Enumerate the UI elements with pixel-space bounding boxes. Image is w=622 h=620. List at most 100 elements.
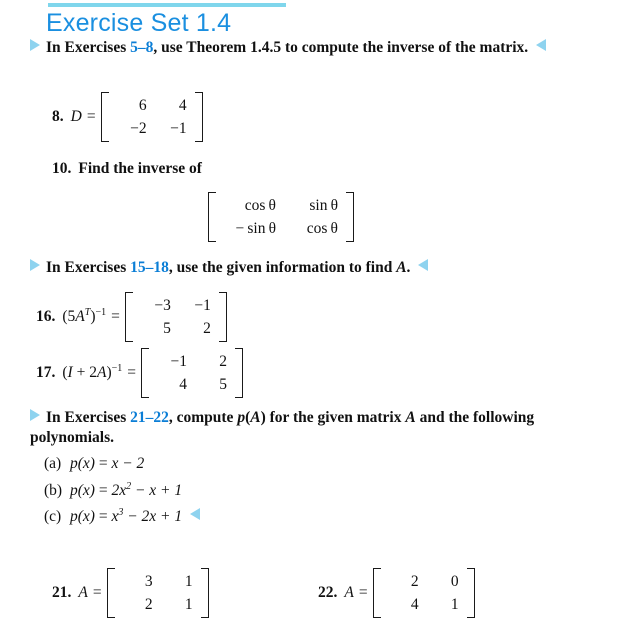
polynomial-a-fn: p bbox=[70, 455, 78, 472]
bullet-triangle-right-icon bbox=[30, 409, 40, 421]
matrix-row: cos θ sin θ bbox=[219, 194, 343, 217]
problem-17-number: 17. bbox=[36, 364, 56, 381]
matrix-cell: −1 bbox=[170, 120, 187, 137]
polynomial-c-equals: = bbox=[94, 508, 112, 526]
matrix-cell: 2 bbox=[219, 353, 227, 370]
matrix-cell: − sin θ bbox=[235, 220, 276, 237]
polynomial-b-arg: (x) bbox=[77, 482, 95, 500]
bracket-right-icon bbox=[218, 292, 227, 342]
header-rule bbox=[48, 3, 286, 7]
problem-10: 10. Find the inverse of bbox=[52, 160, 202, 178]
page-title: Exercise Set 1.4 bbox=[46, 9, 232, 37]
instruction-lead: In Exercises bbox=[46, 409, 131, 426]
instruction-lead: In Exercises bbox=[46, 39, 131, 56]
bracket-right-icon bbox=[346, 192, 354, 242]
matrix-cell: 2 bbox=[410, 573, 419, 590]
matrix-cell: cos θ bbox=[306, 220, 338, 237]
instruction-italic-a1: A bbox=[250, 409, 261, 426]
polynomial-b: (b) p(x) = 2x2 − x + 1 bbox=[44, 481, 182, 500]
exercise-range-21-22: 21–22 bbox=[130, 409, 169, 426]
exercise-range-5-8: 5–8 bbox=[130, 39, 154, 56]
matrix-cell: 3 bbox=[144, 573, 153, 590]
problem-17-equals: = bbox=[127, 364, 136, 381]
matrix-cell: sin θ bbox=[309, 197, 338, 214]
matrix-cell: 0 bbox=[450, 573, 459, 590]
exercise-range-15-18: 15–18 bbox=[130, 259, 169, 276]
lhs-var: A bbox=[75, 308, 85, 326]
matrix-cell: 2 bbox=[203, 320, 211, 337]
matrix-cell: 5 bbox=[219, 376, 227, 393]
instruction-rest3: ) for the given matrix bbox=[260, 409, 406, 426]
instruction-italic-var: A bbox=[396, 259, 407, 276]
matrix-cell: 1 bbox=[184, 573, 193, 590]
bracket-right-icon bbox=[466, 568, 475, 618]
polynomial-b-expr-a: 2x bbox=[111, 482, 127, 500]
instruction-exercises-21-22: In Exercises 21–22, compute p(A) for the… bbox=[30, 408, 570, 448]
problem-22-number: 22. bbox=[318, 584, 338, 601]
problem-8-lhs: D bbox=[70, 108, 82, 125]
problem-21-matrix: 3 1 2 1 bbox=[106, 568, 209, 618]
problem-21: 21. A = 3 1 2 1 bbox=[52, 568, 209, 618]
bracket-left-icon bbox=[100, 92, 109, 142]
bracket-left-icon bbox=[124, 292, 133, 342]
matrix-cell: −3 bbox=[154, 297, 171, 314]
problem-8-matrix: 6 4 −2 −1 bbox=[100, 92, 203, 142]
matrix-cell: 4 bbox=[179, 376, 187, 393]
problem-17-matrix: −1 2 4 5 bbox=[141, 348, 243, 398]
problem-10-text: Find the inverse of bbox=[78, 160, 202, 177]
matrix-cell: 4 bbox=[410, 596, 419, 613]
problem-16: 16. (5AT)−1 = −3 −1 5 2 bbox=[36, 292, 227, 342]
lhs-mid: + 2 bbox=[72, 364, 97, 382]
bracket-left-icon bbox=[106, 568, 115, 618]
matrix-cell: −1 bbox=[194, 297, 211, 314]
polynomial-c-expr-b: − 2x + 1 bbox=[123, 508, 183, 526]
bracket-right-icon bbox=[235, 348, 243, 398]
instruction-exercises-5-8: In Exercises 5–8, use Theorem 1.4.5 to c… bbox=[30, 38, 560, 58]
problem-21-lhs: A bbox=[78, 584, 88, 601]
lhs-superscript-inverse: −1 bbox=[111, 363, 123, 375]
instruction-lead: In Exercises bbox=[46, 259, 131, 276]
matrix-row: 4 1 bbox=[384, 593, 464, 616]
matrix-cell: −2 bbox=[130, 120, 147, 137]
matrix-cell: 4 bbox=[178, 97, 187, 114]
matrix-cell: 1 bbox=[450, 596, 459, 613]
matrix-row: −2 −1 bbox=[112, 117, 192, 140]
problem-16-matrix: −3 −1 5 2 bbox=[124, 292, 227, 342]
problem-8-equals: = bbox=[86, 108, 96, 125]
problem-21-equals: = bbox=[92, 584, 102, 601]
end-triangle-left-icon bbox=[536, 39, 547, 51]
matrix-cell: 1 bbox=[184, 596, 193, 613]
instruction-italic-a2: A bbox=[405, 409, 416, 426]
polynomial-b-fn: p bbox=[70, 482, 78, 500]
problem-16-number: 16. bbox=[36, 308, 56, 325]
matrix-row: − sin θ cos θ bbox=[219, 217, 343, 240]
matrix-row: −3 −1 bbox=[136, 294, 216, 317]
matrix-row: 6 4 bbox=[112, 94, 192, 117]
problem-10-matrix-wrap: cos θ sin θ − sin θ cos θ bbox=[208, 192, 354, 242]
problem-17: 17. (I + 2A)−1 = −1 2 4 5 bbox=[36, 348, 243, 398]
end-triangle-left-icon bbox=[190, 508, 201, 521]
polynomial-a-label: (a) bbox=[44, 455, 62, 472]
problem-22: 22. A = 2 0 4 1 bbox=[318, 568, 475, 618]
matrix-row: 4 5 bbox=[152, 373, 232, 396]
textbook-page: Exercise Set 1.4 In Exercises 5–8, use T… bbox=[0, 0, 622, 620]
problem-16-lhs: (5AT)−1 bbox=[62, 307, 106, 326]
polynomial-c-fn: p bbox=[70, 508, 78, 526]
polynomial-c-label: (c) bbox=[44, 508, 62, 526]
bullet-triangle-right-icon bbox=[30, 39, 40, 51]
instruction-italic-p: p bbox=[237, 409, 246, 426]
polynomial-b-label: (b) bbox=[44, 482, 63, 500]
end-triangle-left-icon bbox=[418, 259, 429, 271]
matrix-cell: cos θ bbox=[244, 197, 276, 214]
matrix-cell: 5 bbox=[163, 320, 171, 337]
bullet-triangle-right-icon bbox=[30, 259, 40, 271]
polynomial-a-expr-b: − 2 bbox=[118, 455, 145, 472]
problem-22-matrix: 2 0 4 1 bbox=[372, 568, 475, 618]
polynomial-a-equals: = bbox=[94, 455, 112, 472]
polynomial-c-arg: (x) bbox=[77, 508, 95, 526]
problem-8-number: 8. bbox=[52, 108, 64, 125]
bracket-left-icon bbox=[208, 192, 216, 242]
lhs-superscript-inverse: −1 bbox=[95, 307, 107, 319]
polynomial-c: (c) p(x) = x3 − 2x + 1 bbox=[44, 507, 201, 526]
problem-22-lhs: A bbox=[344, 584, 354, 601]
